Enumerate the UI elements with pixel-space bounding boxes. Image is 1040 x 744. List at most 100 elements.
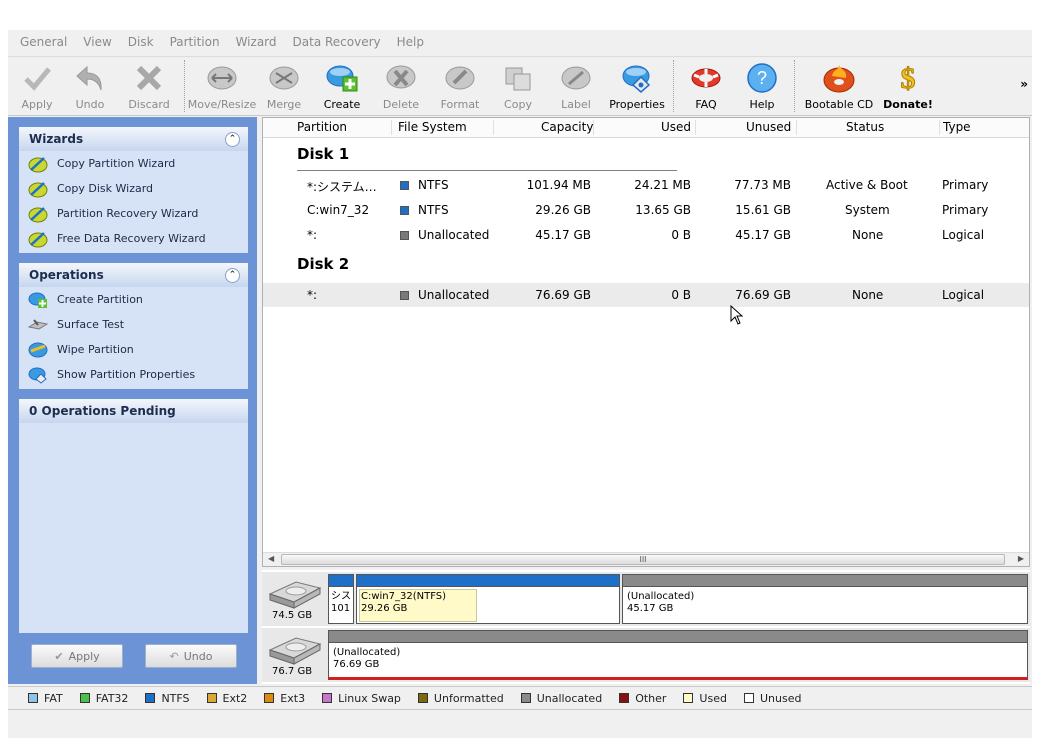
collapse-up-icon[interactable]: ⌃ xyxy=(225,267,240,283)
partition-list: Partition File System Capacity Used Unus… xyxy=(262,117,1030,567)
undo-button[interactable]: Undo xyxy=(62,57,118,115)
disk-map-row-1[interactable]: 74.5 GB シス 101 C:win7_32(NTFS) 29.26 GB (U… xyxy=(262,572,1030,626)
create-partition-icon xyxy=(27,290,49,310)
partition-row[interactable]: C:win7_32 NTFS 29.26 GB 13.65 GB 15.61 G… xyxy=(263,198,1029,222)
scroll-left-icon[interactable]: ◀ xyxy=(268,554,274,563)
help-button[interactable]: ? Help xyxy=(734,57,790,115)
scrollbar-thumb[interactable]: III xyxy=(281,554,1005,565)
disk-2-title[interactable]: Disk 2 xyxy=(297,255,349,273)
partition-row[interactable]: *:システム… NTFS 101.94 MB 24.21 MB 77.73 MB… xyxy=(263,173,1029,197)
pending-undo-button[interactable]: ↶ Undo xyxy=(145,644,237,668)
wipe-partition-item[interactable]: Wipe Partition xyxy=(19,337,248,362)
faq-button[interactable]: FAQ xyxy=(678,57,734,115)
column-capacity[interactable]: Capacity xyxy=(541,120,593,134)
wand-icon xyxy=(27,204,49,224)
copy-button[interactable]: Copy xyxy=(489,57,547,115)
column-divider[interactable] xyxy=(796,120,797,135)
unallocated-swatch xyxy=(400,291,409,300)
wand-icon xyxy=(27,179,49,199)
copy-disk-wizard-item[interactable]: Copy Disk Wizard xyxy=(19,176,248,201)
column-divider[interactable] xyxy=(695,120,696,135)
partition-list-header: Partition File System Capacity Used Unus… xyxy=(263,118,1029,138)
toolbar-overflow-chevron-icon[interactable]: » xyxy=(1020,77,1028,91)
apply-icon xyxy=(20,61,54,95)
pending-actions-bar: ✔ Apply ↶ Undo xyxy=(8,636,257,684)
menu-data-recovery[interactable]: Data Recovery xyxy=(285,35,389,49)
legend-used: Used xyxy=(683,692,727,705)
disk-map-segment[interactable]: C:win7_32(NTFS) 29.26 GB xyxy=(356,574,620,624)
scroll-right-icon[interactable]: ▶ xyxy=(1018,554,1024,563)
create-partition-item[interactable]: Create Partition xyxy=(19,287,248,312)
wand-icon xyxy=(27,229,49,249)
create-icon xyxy=(325,61,359,95)
format-button[interactable]: Format xyxy=(431,57,489,115)
disk-map-row-2[interactable]: 76.7 GB (Unallocated) 76.69 GB xyxy=(262,628,1030,682)
wizards-panel-header[interactable]: Wizards ⌃ xyxy=(19,127,248,151)
discard-button[interactable]: Discard xyxy=(118,57,180,115)
menu-view[interactable]: View xyxy=(75,35,119,49)
partition-wizard-window: General View Disk Partition Wizard Data … xyxy=(8,30,1032,738)
properties-button[interactable]: Properties xyxy=(605,57,669,115)
segment-ntfs-bar xyxy=(329,575,353,587)
merge-button[interactable]: Merge xyxy=(255,57,313,115)
partition-row[interactable]: *: Unallocated 45.17 GB 0 B 45.17 GB Non… xyxy=(263,223,1029,247)
disk-1-title[interactable]: Disk 1 xyxy=(297,145,349,163)
menu-general[interactable]: General xyxy=(12,35,75,49)
discard-icon xyxy=(132,61,166,95)
disk-divider xyxy=(297,170,677,171)
column-divider[interactable] xyxy=(939,120,940,135)
legend-linux-swap: Linux Swap xyxy=(322,692,401,705)
disk-map-segment[interactable]: (Unallocated) 45.17 GB xyxy=(622,574,1028,624)
column-divider[interactable] xyxy=(593,120,594,135)
partition-row-selected[interactable]: *: Unallocated 76.69 GB 0 B 76.69 GB Non… xyxy=(263,283,1029,307)
toolbar-separator xyxy=(673,60,674,112)
horizontal-scrollbar[interactable]: ◀ III ▶ xyxy=(263,552,1029,566)
move-resize-button[interactable]: Move/Resize xyxy=(188,57,256,115)
donate-button[interactable]: $ Donate! xyxy=(879,57,937,115)
surface-test-item[interactable]: Surface Test xyxy=(19,312,248,337)
column-status[interactable]: Status xyxy=(846,120,884,134)
bootable-cd-button[interactable]: Bootable CD xyxy=(799,57,879,115)
segment-ntfs-bar xyxy=(357,575,619,587)
undo-icon xyxy=(73,61,107,95)
delete-button[interactable]: Delete xyxy=(371,57,431,115)
pending-apply-button[interactable]: ✔ Apply xyxy=(31,644,123,668)
column-divider[interactable] xyxy=(493,120,494,135)
legend-ext2: Ext2 xyxy=(206,692,247,705)
label-button[interactable]: Label xyxy=(547,57,605,115)
disk-map-segment-selected[interactable]: (Unallocated) 76.69 GB xyxy=(328,630,1028,680)
properties-icon xyxy=(27,365,49,385)
column-partition[interactable]: Partition xyxy=(297,120,347,134)
operations-panel-header[interactable]: Operations ⌃ xyxy=(19,263,248,287)
collapse-up-icon[interactable]: ⌃ xyxy=(225,131,240,147)
menu-help[interactable]: Help xyxy=(389,35,432,49)
column-used[interactable]: Used xyxy=(661,120,691,134)
column-file-system[interactable]: File System xyxy=(398,120,467,134)
pending-operations-header: 0 Operations Pending xyxy=(19,399,248,423)
create-button[interactable]: Create xyxy=(313,57,371,115)
pending-operations-title: 0 Operations Pending xyxy=(29,404,176,418)
disk-map-segment[interactable]: シス 101 xyxy=(328,574,354,624)
apply-button[interactable]: Apply xyxy=(12,57,62,115)
disk-2-size: 76.7 GB xyxy=(272,666,313,677)
menu-bar: General View Disk Partition Wizard Data … xyxy=(8,30,1032,54)
status-bar xyxy=(8,711,1032,738)
menu-partition[interactable]: Partition xyxy=(162,35,228,49)
copy-partition-wizard-item[interactable]: Copy Partition Wizard xyxy=(19,151,248,176)
column-unused[interactable]: Unused xyxy=(746,120,791,134)
legend-unallocated: Unallocated xyxy=(520,692,602,705)
ntfs-swatch xyxy=(400,181,409,190)
disk-1-size: 74.5 GB xyxy=(272,610,313,621)
menu-wizard[interactable]: Wizard xyxy=(228,35,285,49)
svg-text:?: ? xyxy=(757,68,767,88)
partition-recovery-wizard-item[interactable]: Partition Recovery Wizard xyxy=(19,201,248,226)
checkmark-icon: ✔ xyxy=(54,649,64,663)
free-data-recovery-wizard-item[interactable]: Free Data Recovery Wizard xyxy=(19,226,248,251)
column-divider[interactable] xyxy=(391,120,392,135)
bootable-cd-icon xyxy=(822,61,856,95)
pending-operations-panel: 0 Operations Pending xyxy=(19,399,248,633)
column-type[interactable]: Type xyxy=(943,120,971,134)
wizards-panel: Wizards ⌃ Copy Partition Wizard Copy Dis… xyxy=(19,127,248,253)
show-partition-properties-item[interactable]: Show Partition Properties xyxy=(19,362,248,387)
menu-disk[interactable]: Disk xyxy=(120,35,162,49)
